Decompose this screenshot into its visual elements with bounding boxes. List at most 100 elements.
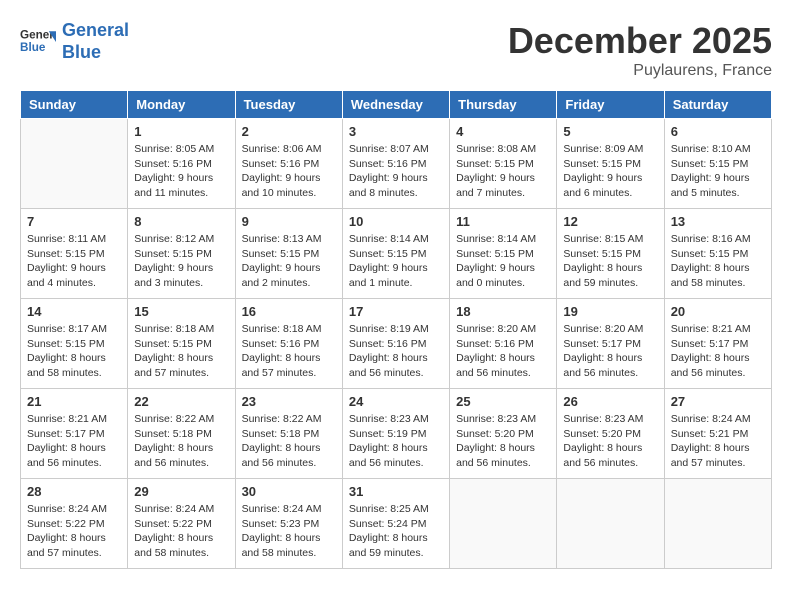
cell-date: 31 xyxy=(349,484,443,499)
cell-info: Sunrise: 8:20 AM Sunset: 5:16 PM Dayligh… xyxy=(456,322,550,381)
cell-date: 7 xyxy=(27,214,121,229)
calendar-cell: 8 Sunrise: 8:12 AM Sunset: 5:15 PM Dayli… xyxy=(128,209,235,299)
calendar-cell: 18 Sunrise: 8:20 AM Sunset: 5:16 PM Dayl… xyxy=(450,299,557,389)
calendar-cell: 23 Sunrise: 8:22 AM Sunset: 5:18 PM Dayl… xyxy=(235,389,342,479)
cell-info: Sunrise: 8:05 AM Sunset: 5:16 PM Dayligh… xyxy=(134,142,228,201)
cell-info: Sunrise: 8:24 AM Sunset: 5:21 PM Dayligh… xyxy=(671,412,765,471)
cell-info: Sunrise: 8:18 AM Sunset: 5:16 PM Dayligh… xyxy=(242,322,336,381)
cell-info: Sunrise: 8:06 AM Sunset: 5:16 PM Dayligh… xyxy=(242,142,336,201)
cell-info: Sunrise: 8:10 AM Sunset: 5:15 PM Dayligh… xyxy=(671,142,765,201)
calendar-cell: 7 Sunrise: 8:11 AM Sunset: 5:15 PM Dayli… xyxy=(21,209,128,299)
cell-date: 23 xyxy=(242,394,336,409)
cell-date: 13 xyxy=(671,214,765,229)
cell-info: Sunrise: 8:13 AM Sunset: 5:15 PM Dayligh… xyxy=(242,232,336,291)
cell-info: Sunrise: 8:16 AM Sunset: 5:15 PM Dayligh… xyxy=(671,232,765,291)
cell-date: 26 xyxy=(563,394,657,409)
calendar-cell: 19 Sunrise: 8:20 AM Sunset: 5:17 PM Dayl… xyxy=(557,299,664,389)
weekday-header-friday: Friday xyxy=(557,91,664,119)
cell-info: Sunrise: 8:24 AM Sunset: 5:22 PM Dayligh… xyxy=(27,502,121,561)
month-title: December 2025 xyxy=(508,20,772,62)
calendar-cell: 14 Sunrise: 8:17 AM Sunset: 5:15 PM Dayl… xyxy=(21,299,128,389)
cell-date: 4 xyxy=(456,124,550,139)
cell-info: Sunrise: 8:23 AM Sunset: 5:20 PM Dayligh… xyxy=(563,412,657,471)
weekday-header-tuesday: Tuesday xyxy=(235,91,342,119)
logo-icon: General Blue xyxy=(20,24,56,60)
cell-info: Sunrise: 8:09 AM Sunset: 5:15 PM Dayligh… xyxy=(563,142,657,201)
calendar-cell xyxy=(557,479,664,569)
cell-date: 15 xyxy=(134,304,228,319)
calendar-cell: 6 Sunrise: 8:10 AM Sunset: 5:15 PM Dayli… xyxy=(664,119,771,209)
cell-date: 21 xyxy=(27,394,121,409)
weekday-header-monday: Monday xyxy=(128,91,235,119)
weekday-header-saturday: Saturday xyxy=(664,91,771,119)
cell-date: 6 xyxy=(671,124,765,139)
cell-date: 27 xyxy=(671,394,765,409)
cell-date: 16 xyxy=(242,304,336,319)
cell-date: 11 xyxy=(456,214,550,229)
calendar-cell: 31 Sunrise: 8:25 AM Sunset: 5:24 PM Dayl… xyxy=(342,479,449,569)
cell-info: Sunrise: 8:14 AM Sunset: 5:15 PM Dayligh… xyxy=(349,232,443,291)
cell-date: 25 xyxy=(456,394,550,409)
calendar-cell: 26 Sunrise: 8:23 AM Sunset: 5:20 PM Dayl… xyxy=(557,389,664,479)
cell-info: Sunrise: 8:21 AM Sunset: 5:17 PM Dayligh… xyxy=(27,412,121,471)
cell-date: 29 xyxy=(134,484,228,499)
cell-date: 30 xyxy=(242,484,336,499)
calendar-cell xyxy=(450,479,557,569)
cell-info: Sunrise: 8:25 AM Sunset: 5:24 PM Dayligh… xyxy=(349,502,443,561)
cell-date: 2 xyxy=(242,124,336,139)
cell-date: 10 xyxy=(349,214,443,229)
calendar-cell: 3 Sunrise: 8:07 AM Sunset: 5:16 PM Dayli… xyxy=(342,119,449,209)
cell-info: Sunrise: 8:07 AM Sunset: 5:16 PM Dayligh… xyxy=(349,142,443,201)
calendar-cell: 12 Sunrise: 8:15 AM Sunset: 5:15 PM Dayl… xyxy=(557,209,664,299)
logo-text: GeneralBlue xyxy=(62,20,129,63)
title-block: December 2025 Puylaurens, France xyxy=(508,20,772,80)
cell-date: 28 xyxy=(27,484,121,499)
cell-info: Sunrise: 8:11 AM Sunset: 5:15 PM Dayligh… xyxy=(27,232,121,291)
calendar-cell: 21 Sunrise: 8:21 AM Sunset: 5:17 PM Dayl… xyxy=(21,389,128,479)
logo: General Blue GeneralBlue xyxy=(20,20,129,63)
cell-date: 9 xyxy=(242,214,336,229)
cell-info: Sunrise: 8:22 AM Sunset: 5:18 PM Dayligh… xyxy=(134,412,228,471)
calendar-cell: 1 Sunrise: 8:05 AM Sunset: 5:16 PM Dayli… xyxy=(128,119,235,209)
cell-info: Sunrise: 8:17 AM Sunset: 5:15 PM Dayligh… xyxy=(27,322,121,381)
cell-date: 14 xyxy=(27,304,121,319)
weekday-header-thursday: Thursday xyxy=(450,91,557,119)
cell-date: 5 xyxy=(563,124,657,139)
cell-info: Sunrise: 8:12 AM Sunset: 5:15 PM Dayligh… xyxy=(134,232,228,291)
cell-info: Sunrise: 8:22 AM Sunset: 5:18 PM Dayligh… xyxy=(242,412,336,471)
cell-info: Sunrise: 8:15 AM Sunset: 5:15 PM Dayligh… xyxy=(563,232,657,291)
calendar-cell: 27 Sunrise: 8:24 AM Sunset: 5:21 PM Dayl… xyxy=(664,389,771,479)
cell-date: 18 xyxy=(456,304,550,319)
calendar-cell: 30 Sunrise: 8:24 AM Sunset: 5:23 PM Dayl… xyxy=(235,479,342,569)
cell-info: Sunrise: 8:24 AM Sunset: 5:23 PM Dayligh… xyxy=(242,502,336,561)
cell-info: Sunrise: 8:19 AM Sunset: 5:16 PM Dayligh… xyxy=(349,322,443,381)
calendar-cell: 20 Sunrise: 8:21 AM Sunset: 5:17 PM Dayl… xyxy=(664,299,771,389)
cell-info: Sunrise: 8:21 AM Sunset: 5:17 PM Dayligh… xyxy=(671,322,765,381)
calendar-cell: 28 Sunrise: 8:24 AM Sunset: 5:22 PM Dayl… xyxy=(21,479,128,569)
cell-date: 22 xyxy=(134,394,228,409)
cell-date: 12 xyxy=(563,214,657,229)
cell-date: 20 xyxy=(671,304,765,319)
cell-date: 1 xyxy=(134,124,228,139)
calendar-cell: 11 Sunrise: 8:14 AM Sunset: 5:15 PM Dayl… xyxy=(450,209,557,299)
calendar-cell: 29 Sunrise: 8:24 AM Sunset: 5:22 PM Dayl… xyxy=(128,479,235,569)
calendar-table: SundayMondayTuesdayWednesdayThursdayFrid… xyxy=(20,90,772,569)
calendar-cell: 25 Sunrise: 8:23 AM Sunset: 5:20 PM Dayl… xyxy=(450,389,557,479)
calendar-cell: 22 Sunrise: 8:22 AM Sunset: 5:18 PM Dayl… xyxy=(128,389,235,479)
cell-info: Sunrise: 8:08 AM Sunset: 5:15 PM Dayligh… xyxy=(456,142,550,201)
calendar-cell: 15 Sunrise: 8:18 AM Sunset: 5:15 PM Dayl… xyxy=(128,299,235,389)
calendar-cell: 4 Sunrise: 8:08 AM Sunset: 5:15 PM Dayli… xyxy=(450,119,557,209)
calendar-cell: 2 Sunrise: 8:06 AM Sunset: 5:16 PM Dayli… xyxy=(235,119,342,209)
cell-info: Sunrise: 8:14 AM Sunset: 5:15 PM Dayligh… xyxy=(456,232,550,291)
cell-date: 17 xyxy=(349,304,443,319)
weekday-header-sunday: Sunday xyxy=(21,91,128,119)
cell-date: 19 xyxy=(563,304,657,319)
page-header: General Blue GeneralBlue December 2025 P… xyxy=(20,20,772,80)
location: Puylaurens, France xyxy=(508,62,772,80)
calendar-cell xyxy=(664,479,771,569)
calendar-cell: 9 Sunrise: 8:13 AM Sunset: 5:15 PM Dayli… xyxy=(235,209,342,299)
calendar-cell: 24 Sunrise: 8:23 AM Sunset: 5:19 PM Dayl… xyxy=(342,389,449,479)
calendar-cell: 16 Sunrise: 8:18 AM Sunset: 5:16 PM Dayl… xyxy=(235,299,342,389)
calendar-cell: 17 Sunrise: 8:19 AM Sunset: 5:16 PM Dayl… xyxy=(342,299,449,389)
cell-info: Sunrise: 8:18 AM Sunset: 5:15 PM Dayligh… xyxy=(134,322,228,381)
